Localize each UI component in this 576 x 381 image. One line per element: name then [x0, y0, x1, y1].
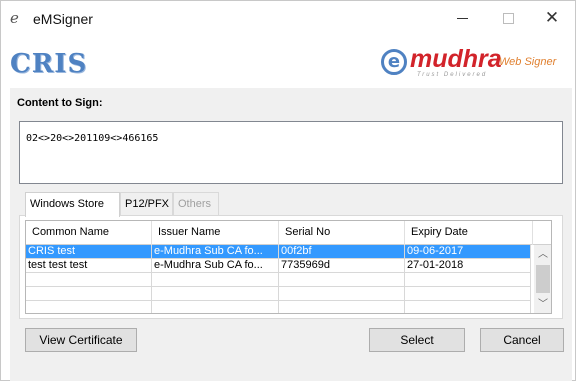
cell-issuer-name: e-Mudhra Sub CA fo...: [152, 259, 279, 273]
cell-serial-no: [279, 301, 405, 313]
cell-serial-no: 00f2bf: [279, 245, 405, 259]
cell-issuer-name: [152, 287, 279, 301]
emudhra-logo-name: mudhra: [410, 45, 502, 73]
scroll-up-icon[interactable]: ︿: [534, 247, 551, 263]
close-button[interactable]: ✕: [529, 1, 575, 35]
scroll-down-icon[interactable]: ﹀: [534, 297, 551, 313]
cris-logo: CRIS: [10, 49, 88, 79]
close-icon: ✕: [544, 8, 560, 28]
emudhra-e-mark: e: [381, 49, 407, 75]
cancel-button[interactable]: Cancel: [480, 328, 564, 352]
grid-vertical-scrollbar[interactable]: ︿ ﹀: [534, 245, 551, 313]
cell-expiry-date: 09-06-2017: [405, 245, 531, 259]
table-row[interactable]: test test test e-Mudhra Sub CA fo... 773…: [26, 259, 531, 273]
app-icon: e: [10, 9, 19, 27]
cell-expiry-date: [405, 301, 531, 313]
cell-common-name: test test test: [26, 259, 152, 273]
tab-windows-store[interactable]: Windows Store: [25, 192, 120, 217]
emudhra-logo-tagline: Trust Delivered: [417, 72, 488, 78]
emudhra-logo-product: Web Signer: [499, 56, 557, 68]
table-row[interactable]: [26, 273, 531, 287]
cell-serial-no: [279, 287, 405, 301]
table-row[interactable]: [26, 287, 531, 301]
scroll-thumb[interactable]: [536, 265, 550, 293]
window-title: eMSigner: [33, 11, 93, 27]
cell-issuer-name: [152, 273, 279, 287]
column-header-expiry-date[interactable]: Expiry Date: [405, 221, 533, 245]
minimize-icon: [456, 17, 468, 19]
content-to-sign-label: Content to Sign:: [17, 97, 103, 109]
maximize-icon: [502, 12, 514, 24]
cell-expiry-date: [405, 273, 531, 287]
certificate-grid[interactable]: Common Name Issuer Name Serial No Expiry…: [25, 220, 552, 314]
cell-common-name: [26, 301, 152, 313]
column-header-serial-no[interactable]: Serial No: [279, 221, 405, 245]
maximize-button[interactable]: [485, 1, 531, 35]
minimize-button[interactable]: [439, 1, 485, 35]
cell-common-name: CRIS test: [26, 245, 152, 259]
grid-header: Common Name Issuer Name Serial No Expiry…: [26, 221, 551, 245]
select-button[interactable]: Select: [369, 328, 465, 352]
view-certificate-button[interactable]: View Certificate: [25, 328, 137, 352]
table-row[interactable]: [26, 301, 531, 313]
table-row[interactable]: CRIS test e-Mudhra Sub CA fo... 00f2bf 0…: [26, 245, 531, 259]
title-bar[interactable]: e eMSigner ✕: [1, 1, 575, 37]
tab-others: Others: [173, 192, 219, 215]
cell-expiry-date: 27-01-2018: [405, 259, 531, 273]
column-header-common-name[interactable]: Common Name: [26, 221, 152, 245]
cell-issuer-name: [152, 301, 279, 313]
cell-common-name: [26, 273, 152, 287]
emudhra-logo: e mudhra Trust Delivered Web Signer: [381, 45, 571, 81]
cell-expiry-date: [405, 287, 531, 301]
cell-issuer-name: e-Mudhra Sub CA fo...: [152, 245, 279, 259]
column-header-issuer-name[interactable]: Issuer Name: [152, 221, 279, 245]
tab-p12-pfx[interactable]: P12/PFX: [120, 192, 173, 215]
emsigner-window: e eMSigner ✕ CRIS e mudhra Trust Deliver…: [0, 0, 576, 381]
cell-common-name: [26, 287, 152, 301]
cell-serial-no: 7735969d: [279, 259, 405, 273]
cell-serial-no: [279, 273, 405, 287]
content-to-sign-textbox[interactable]: 02<>20<>201109<>466165: [19, 121, 563, 184]
